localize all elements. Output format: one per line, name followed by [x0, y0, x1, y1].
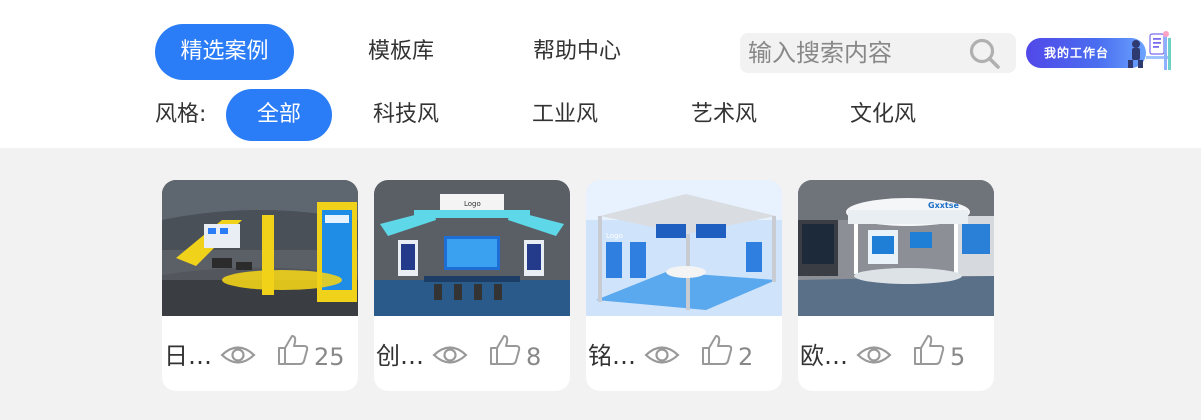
case-thumbnail-image	[162, 180, 358, 316]
workbench-label: 我的工作台	[1044, 46, 1110, 60]
tab-help-center[interactable]: 帮助中心	[520, 24, 634, 80]
like-count: 25	[314, 343, 345, 371]
filter-art-style[interactable]: 艺术风	[674, 89, 774, 141]
eye-icon	[644, 346, 680, 364]
case-thumbnail-image: Logo	[586, 180, 782, 316]
svg-text:Logo: Logo	[606, 232, 623, 240]
eye-icon	[432, 346, 468, 364]
case-title: 日…	[164, 342, 212, 370]
thumbs-up-icon[interactable]	[488, 333, 522, 367]
thumbs-up-icon[interactable]	[700, 333, 734, 367]
filter-culture-style[interactable]: 文化风	[833, 89, 933, 141]
my-workbench-button[interactable]: 我的工作台	[1026, 30, 1174, 74]
like-count: 8	[526, 343, 542, 371]
case-title: 铭…	[588, 342, 636, 370]
search-icon[interactable]	[968, 37, 1002, 71]
like-count: 2	[738, 343, 754, 371]
workbench-illustration-icon	[1128, 31, 1171, 70]
thumbs-up-icon[interactable]	[276, 333, 310, 367]
tab-featured-cases[interactable]: 精选案例	[155, 24, 294, 80]
case-thumbnail-image: Logo	[374, 180, 570, 316]
tab-template-library[interactable]: 模板库	[352, 24, 450, 80]
case-card[interactable]: Logo 铭… 2	[586, 180, 782, 391]
case-title: 创…	[376, 342, 424, 370]
case-thumbnail-image: Gxxtse	[798, 180, 994, 316]
search-box	[740, 33, 1016, 73]
case-title: 欧…	[800, 342, 848, 370]
filter-all[interactable]: 全部	[226, 89, 332, 141]
search-input[interactable]	[748, 33, 968, 73]
case-card[interactable]: 日… 25	[162, 180, 358, 391]
case-card[interactable]: Gxxtse 欧… 5	[798, 180, 994, 391]
eye-icon	[220, 346, 256, 364]
style-filter-label: 风格:	[155, 102, 207, 127]
svg-text:Gxxtse: Gxxtse	[928, 201, 959, 210]
filter-tech-style[interactable]: 科技风	[356, 89, 456, 141]
like-count: 5	[950, 343, 966, 371]
case-card[interactable]: Logo 创… 8	[374, 180, 570, 391]
header-area: 精选案例 模板库 帮助中心 我的工作台 风格: 全部 科技风 工业风 艺术风	[0, 0, 1201, 148]
svg-text:Logo: Logo	[464, 200, 481, 208]
filter-industrial-style[interactable]: 工业风	[515, 89, 615, 141]
thumbs-up-icon[interactable]	[912, 333, 946, 367]
eye-icon	[856, 346, 892, 364]
